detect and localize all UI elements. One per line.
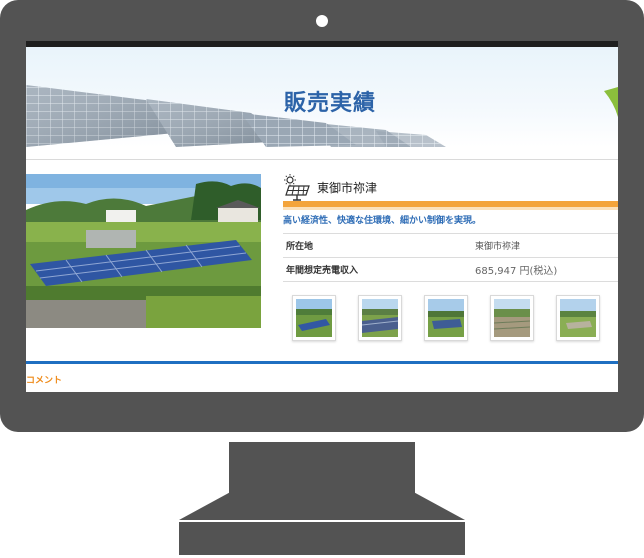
site-heading-underline-light	[283, 207, 618, 210]
thumbnail-photo-4[interactable]	[490, 295, 534, 341]
info-value-location: 東御市祢津	[472, 233, 618, 258]
site-name: 東御市祢津	[317, 181, 378, 195]
monitor-stand-base	[179, 522, 465, 555]
monitor-stand-flare	[179, 492, 465, 520]
monitor-screen: 販売実績 東御市祢津 高い経済性、快適な住環境、細かい制御を実現。 所在地 東御…	[26, 41, 618, 392]
info-value-annual-revenue: 685,947 円(税込)	[472, 257, 618, 282]
thumbnail-photo-2[interactable]	[358, 295, 402, 341]
site-heading: 東御市祢津	[283, 174, 618, 210]
photo-thumbnails	[292, 295, 612, 341]
thumbnail-photo-5[interactable]	[556, 295, 600, 341]
site-detail: 東御市祢津 高い経済性、快適な住環境、細かい制御を実現。 所在地 東御市祢津 年…	[283, 174, 618, 341]
site-tagline: 高い経済性、快適な住環境、細かい制御を実現。	[283, 216, 482, 226]
info-label-annual-revenue: 年間想定売電収入	[283, 257, 472, 282]
table-row: 所在地 東御市祢津	[283, 233, 618, 258]
hero-banner: 販売実績	[26, 47, 618, 147]
solar-panel-icon	[284, 174, 310, 201]
page-title: 販売実績	[284, 90, 377, 116]
comment-heading: コメント	[26, 376, 63, 386]
info-label-location: 所在地	[283, 233, 472, 258]
webcam-icon	[316, 15, 328, 27]
thumbnail-photo-3[interactable]	[424, 295, 468, 341]
site-main-photo	[26, 174, 261, 328]
thumbnail-photo-1[interactable]	[292, 295, 336, 341]
hero-divider	[26, 159, 618, 160]
section-divider	[26, 361, 618, 364]
table-row: 年間想定売電収入 685,947 円(税込)	[283, 257, 618, 282]
site-info-table: 所在地 東御市祢津 年間想定売電収入 685,947 円(税込)	[283, 233, 618, 282]
